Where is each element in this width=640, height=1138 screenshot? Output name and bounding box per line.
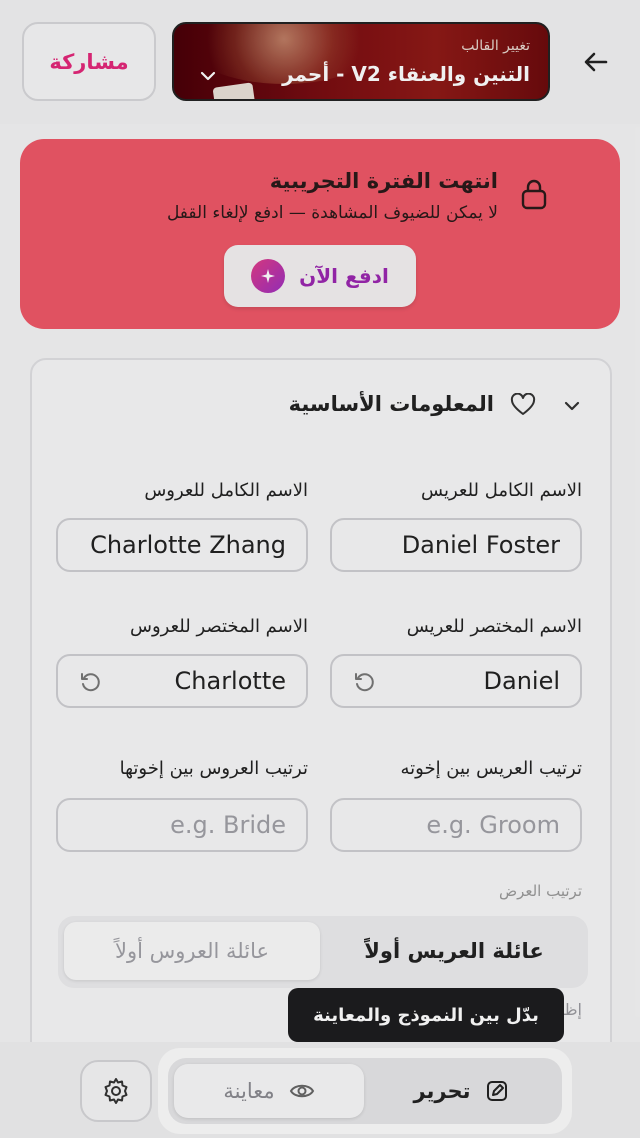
bride-full-name-label: الاسم الكامل للعروس xyxy=(144,480,308,501)
chevron-down-icon xyxy=(200,71,216,81)
preview-tab[interactable]: معاينة xyxy=(174,1064,364,1118)
bride-short-name-value: Charlotte xyxy=(174,667,286,695)
groom-order-label: ترتيب العريس بين إخوته xyxy=(400,758,582,779)
groom-full-name-label: الاسم الكامل للعريس xyxy=(421,480,582,501)
change-template-label: تغيير القالب xyxy=(461,38,530,54)
template-name: التنين والعنقاء V2 - أحمر xyxy=(282,62,530,86)
bride-short-name-label: الاسم المختصر للعروس xyxy=(130,616,308,637)
top-header: تغيير القالب التنين والعنقاء V2 - أحمر م… xyxy=(0,0,640,124)
reset-icon[interactable] xyxy=(352,670,376,694)
app-page: تغيير القالب التنين والعنقاء V2 - أحمر م… xyxy=(0,0,640,1138)
groom-short-name-value: Daniel xyxy=(483,667,561,695)
groom-order-input[interactable]: e.g. Groom xyxy=(330,798,582,852)
template-thumbnail-card xyxy=(212,82,256,99)
arrow-back-icon xyxy=(584,52,608,72)
bride-short-name-input[interactable]: Charlotte xyxy=(56,654,308,708)
groom-short-name-input[interactable]: Daniel xyxy=(330,654,582,708)
chevron-down-icon[interactable] xyxy=(562,396,582,416)
groom-short-name-label: الاسم المختصر للعريس xyxy=(406,616,582,637)
toggle-tooltip: بدّل بين النموذج والمعاينة xyxy=(288,988,564,1042)
change-template-button[interactable]: تغيير القالب التنين والعنقاء V2 - أحمر xyxy=(172,22,550,101)
sparkle-icon xyxy=(251,259,286,293)
reset-icon[interactable] xyxy=(78,670,102,694)
pay-now-label: ادفع الآن xyxy=(299,264,389,288)
lock-icon xyxy=(521,179,547,210)
edit-preview-toggle-highlight: تحرير معاينة xyxy=(158,1048,572,1134)
bottom-bar: تحرير معاينة xyxy=(0,1042,640,1138)
heart-icon xyxy=(510,393,536,415)
display-order-segmented-control: عائلة العريس أولاً عائلة العروس أولاً xyxy=(58,916,588,988)
groom-full-name-value: Daniel Foster xyxy=(401,531,560,559)
edit-icon xyxy=(486,1081,507,1101)
groom-order-placeholder: e.g. Groom xyxy=(426,811,560,839)
bride-full-name-input[interactable]: Charlotte Zhang xyxy=(56,518,308,572)
trial-ended-banner: انتهت الفترة التجريبية لا يمكن للضيوف ال… xyxy=(20,139,620,329)
preview-label: معاينة xyxy=(223,1079,275,1103)
eye-icon xyxy=(289,1084,314,1098)
groom-full-name-input[interactable]: Daniel Foster xyxy=(330,518,582,572)
share-button[interactable]: مشاركة xyxy=(22,22,156,101)
bride-full-name-value: Charlotte Zhang xyxy=(90,531,286,559)
bride-order-label: ترتيب العروس بين إخوتها xyxy=(119,758,308,779)
banner-title: انتهت الفترة التجريبية xyxy=(269,169,498,193)
groom-family-first-option[interactable]: عائلة العريس أولاً xyxy=(326,922,582,980)
bride-order-placeholder: e.g. Bride xyxy=(170,811,286,839)
settings-button[interactable] xyxy=(80,1060,152,1122)
edit-tab[interactable]: تحرير xyxy=(366,1064,556,1118)
edit-label: تحرير xyxy=(413,1079,471,1103)
bride-order-input[interactable]: e.g. Bride xyxy=(56,798,308,852)
edit-preview-toggle: تحرير معاينة xyxy=(168,1058,562,1124)
display-order-label: ترتيب العرض xyxy=(498,882,582,900)
banner-subtitle: لا يمكن للضيوف المشاهدة — ادفع لإلغاء ال… xyxy=(166,203,498,223)
pay-now-button[interactable]: ادفع الآن xyxy=(224,245,416,307)
section-title: المعلومات الأساسية xyxy=(288,392,494,416)
gear-icon xyxy=(104,1078,128,1104)
bride-family-first-option[interactable]: عائلة العروس أولاً xyxy=(64,922,320,980)
basic-info-card: المعلومات الأساسية الاسم الكامل للعريس ا… xyxy=(30,358,612,1058)
back-button[interactable] xyxy=(574,40,618,84)
